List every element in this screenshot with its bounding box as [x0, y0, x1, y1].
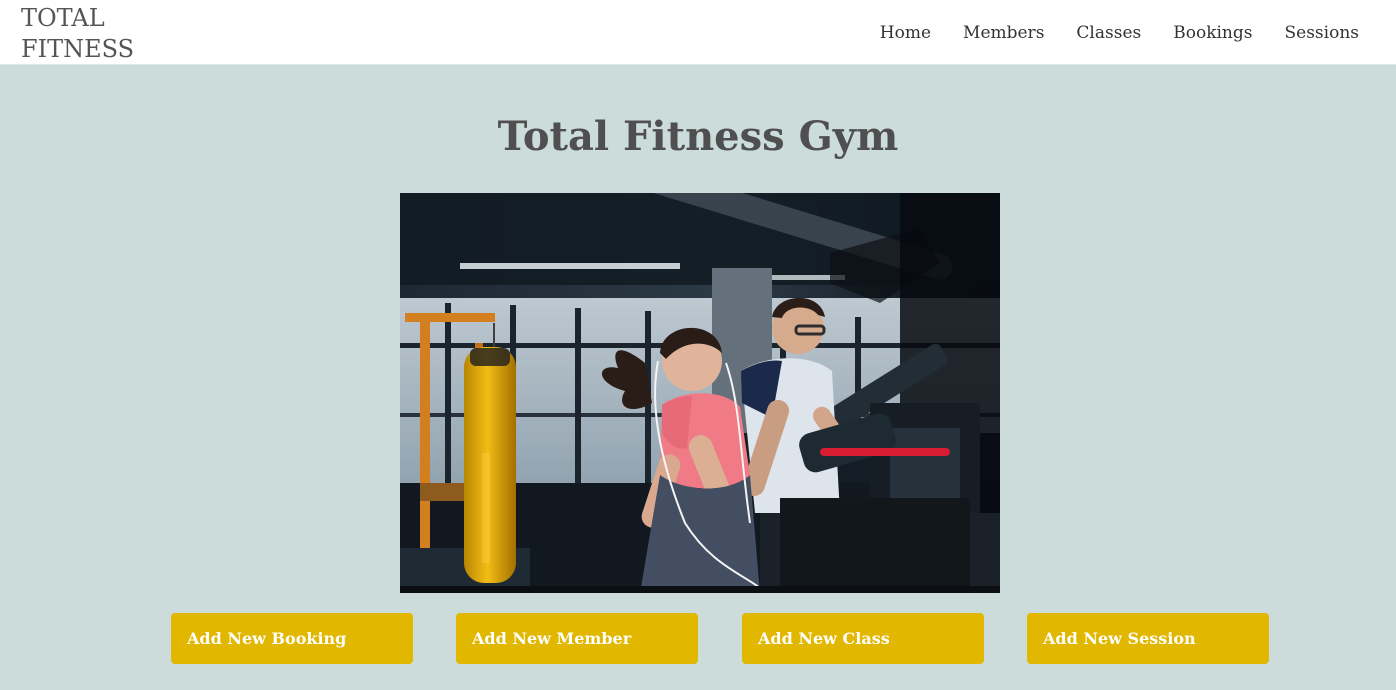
nav-sessions-link[interactable]: Sessions: [1285, 20, 1360, 46]
page-title: Total Fitness Gym: [497, 113, 899, 160]
main-nav: Home Members Classes Bookings Sessions: [880, 20, 1359, 46]
gym-scene-illustration: [400, 193, 1000, 593]
add-new-booking-button[interactable]: Add New Booking: [171, 613, 413, 664]
nav-home-link[interactable]: Home: [880, 20, 931, 46]
nav-bookings-link[interactable]: Bookings: [1173, 20, 1252, 46]
add-new-class-button[interactable]: Add New Class: [742, 613, 984, 664]
add-new-session-button[interactable]: Add New Session: [1027, 613, 1269, 664]
brand-logo-text[interactable]: TOTAL FITNESS: [21, 3, 134, 65]
gym-hero-image: [400, 193, 1000, 593]
add-new-member-button[interactable]: Add New Member: [456, 613, 698, 664]
quick-actions: Add New Booking Add New Member Add New C…: [171, 613, 1269, 664]
nav-members-link[interactable]: Members: [963, 20, 1044, 46]
top-navigation: TOTAL FITNESS Home Members Classes Booki…: [0, 0, 1396, 65]
nav-classes-link[interactable]: Classes: [1076, 20, 1141, 46]
